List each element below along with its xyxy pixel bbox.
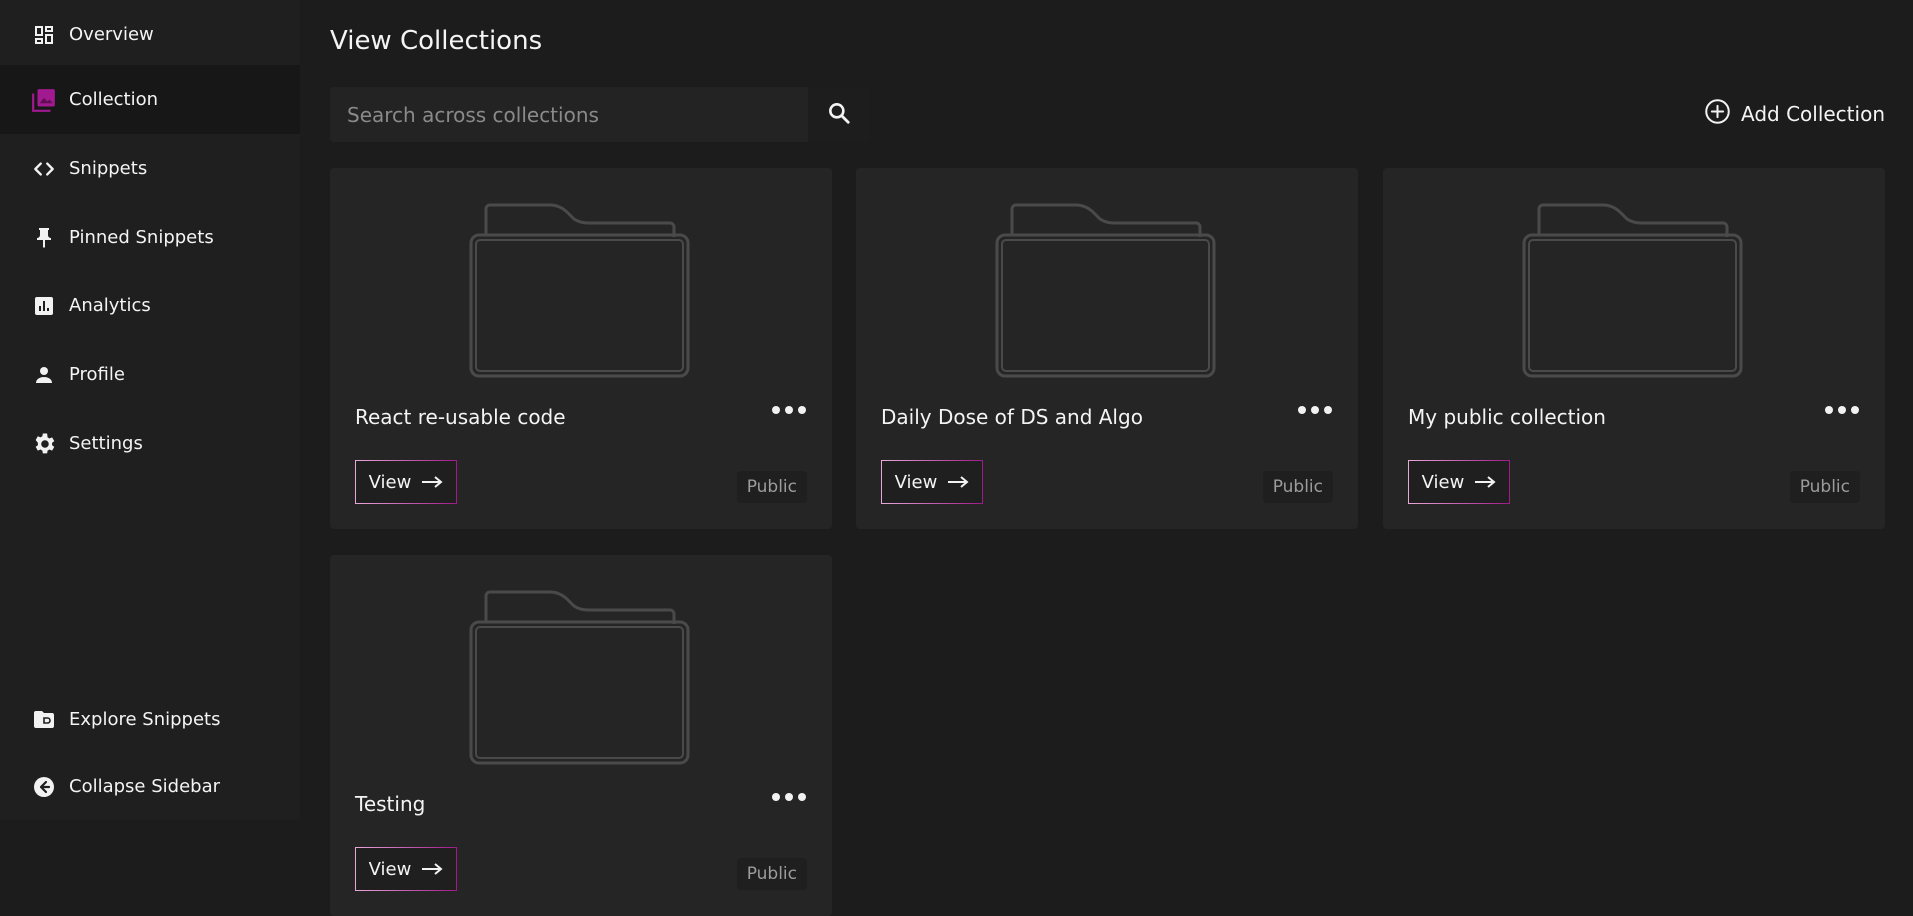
dashboard-icon	[30, 21, 58, 49]
sidebar-item-label: Pinned Snippets	[69, 227, 214, 248]
collection-name: React re-usable code	[355, 405, 566, 429]
code-icon	[30, 155, 58, 183]
collection-card: React re-usable code View Public	[330, 168, 832, 529]
sidebar-item-snippets[interactable]: Snippets	[0, 134, 300, 203]
collection-card: Testing View Public	[330, 555, 832, 916]
sidebar-item-label: Explore Snippets	[69, 709, 221, 730]
sidebar-item-pinned-snippets[interactable]: Pinned Snippets	[0, 203, 300, 272]
search-button[interactable]	[808, 87, 870, 142]
collection-name: Daily Dose of DS and Algo	[881, 405, 1143, 429]
view-button[interactable]: View	[355, 847, 457, 891]
search-input[interactable]	[330, 87, 808, 142]
collection-name: My public collection	[1408, 405, 1606, 429]
sidebar-item-label: Snippets	[69, 158, 148, 179]
sidebar-item-collection[interactable]: Collection	[0, 65, 300, 134]
visibility-badge: Public	[736, 858, 807, 890]
folder-icon	[995, 203, 1216, 378]
view-button[interactable]: View	[881, 460, 983, 504]
search-bar	[330, 87, 870, 142]
arrow-right-icon	[422, 863, 443, 875]
sidebar-item-label: Analytics	[69, 295, 151, 316]
collection-icon	[30, 86, 58, 114]
sidebar-item-label: Overview	[69, 24, 154, 45]
sidebar-item-collapse-sidebar[interactable]: Collapse Sidebar	[0, 752, 300, 821]
add-collection-button[interactable]: Add Collection	[1704, 98, 1885, 129]
sidebar-item-label: Collection	[69, 89, 159, 110]
view-label: View	[894, 471, 938, 493]
view-label: View	[1421, 471, 1465, 493]
analytics-icon	[30, 292, 58, 320]
collapse-icon	[30, 773, 58, 801]
sidebar-item-explore-snippets[interactable]: Explore Snippets	[0, 685, 300, 754]
arrow-right-icon	[422, 476, 443, 488]
view-label: View	[368, 858, 412, 880]
collection-name: Testing	[355, 792, 426, 816]
collection-card: Daily Dose of DS and Algo View Public	[856, 168, 1358, 529]
visibility-badge: Public	[1789, 471, 1860, 503]
sidebar-item-label: Settings	[69, 433, 143, 454]
collection-card: My public collection View Public	[1383, 168, 1885, 529]
folder-shared-icon	[30, 706, 58, 734]
gear-icon	[30, 430, 58, 458]
folder-icon	[469, 203, 690, 378]
sidebar-item-label: Collapse Sidebar	[69, 776, 220, 797]
folder-icon	[1522, 203, 1743, 378]
main-content: View Collections Add Collection React re…	[300, 0, 1913, 916]
sidebar-item-label: Profile	[69, 364, 125, 385]
page-title: View Collections	[330, 26, 543, 56]
visibility-badge: Public	[736, 471, 807, 503]
add-collection-label: Add Collection	[1740, 101, 1885, 126]
sidebar-item-settings[interactable]: Settings	[0, 409, 300, 478]
more-options-icon[interactable]	[1297, 403, 1333, 417]
more-options-icon[interactable]	[771, 790, 807, 804]
more-options-icon[interactable]	[771, 403, 807, 417]
view-button[interactable]: View	[1408, 460, 1510, 504]
arrow-right-icon	[1475, 476, 1496, 488]
view-label: View	[368, 471, 412, 493]
add-circle-icon	[1704, 98, 1731, 129]
search-icon	[826, 100, 852, 130]
arrow-right-icon	[948, 476, 969, 488]
folder-icon	[469, 590, 690, 765]
visibility-badge: Public	[1262, 471, 1333, 503]
view-button[interactable]: View	[355, 460, 457, 504]
sidebar-item-profile[interactable]: Profile	[0, 340, 300, 409]
person-icon	[30, 361, 58, 389]
sidebar: Overview Collection Snippets Pinned Snip…	[0, 0, 300, 820]
more-options-icon[interactable]	[1824, 403, 1860, 417]
sidebar-item-analytics[interactable]: Analytics	[0, 271, 300, 340]
pin-icon	[30, 224, 58, 252]
sidebar-item-overview[interactable]: Overview	[0, 0, 300, 69]
